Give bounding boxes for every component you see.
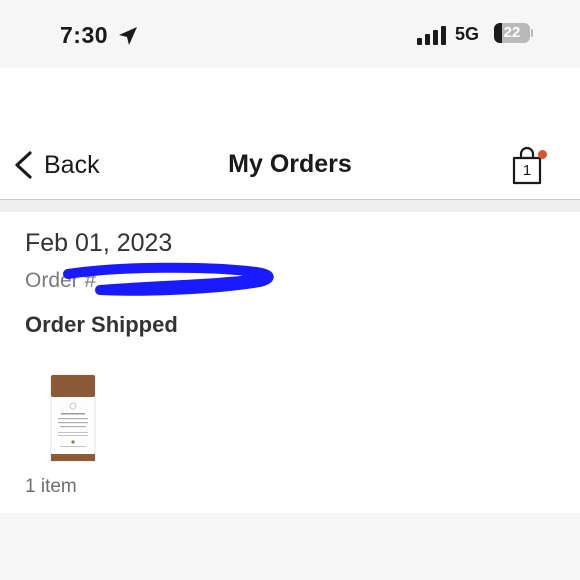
redaction-scribble [63,262,274,296]
product-thumbnail [50,374,96,462]
nav-bar: My Orders Back 1 [0,130,580,200]
order-date: Feb 01, 2023 [25,229,173,257]
cellular-signal-icon [417,26,446,45]
chevron-left-icon [15,151,32,179]
back-button[interactable]: Back [12,146,100,184]
cart-button[interactable]: 1 [510,146,550,188]
status-time: 7:30 [60,22,109,48]
cart-notification-dot [538,150,547,159]
battery-icon: 22 [494,23,533,43]
order-card[interactable]: Feb 01, 2023 Order # Order Shipped 1 ite… [0,212,580,512]
location-arrow-icon [119,27,137,45]
back-label: Back [44,150,100,179]
network-type: 5G [455,24,480,44]
order-status: Order Shipped [25,312,178,337]
battery-level: 22 [503,24,521,41]
item-count: 1 item [25,476,77,497]
cart-count: 1 [522,162,532,179]
section-gap [0,200,580,212]
status-bar: 7:30 5G 22 [0,0,580,68]
